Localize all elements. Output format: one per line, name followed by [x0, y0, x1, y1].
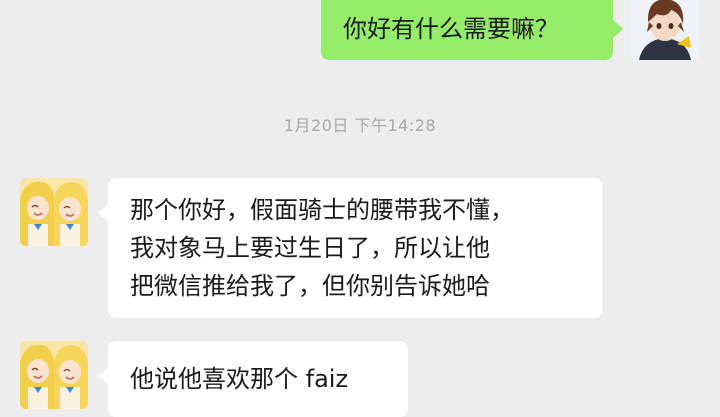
contact-avatar[interactable]	[20, 178, 88, 246]
outgoing-message-text: 你好有什么需要嘛？	[343, 15, 559, 43]
chat-timestamp: 1月20日 下午14:28	[283, 116, 437, 135]
incoming-message-bubble[interactable]: 那个你好，假面骑士的腰带我不懂， 我对象马上要过生日了，所以让他 把微信推给我了…	[108, 178, 602, 318]
anime-twins-avatar-icon	[20, 341, 88, 409]
anime-boy-avatar-icon	[631, 0, 699, 60]
incoming-message-bubble[interactable]: 他说他喜欢那个 faiz	[108, 341, 408, 417]
my-avatar[interactable]	[631, 0, 699, 60]
incoming-message-text: 他说他喜欢那个 faiz	[130, 365, 349, 393]
outgoing-message-bubble[interactable]: 你好有什么需要嘛？	[321, 0, 613, 60]
anime-twins-avatar-icon	[20, 178, 88, 246]
contact-avatar[interactable]	[20, 341, 88, 409]
incoming-message-text: 那个你好，假面骑士的腰带我不懂， 我对象马上要过生日了，所以让他 把微信推给我了…	[130, 196, 514, 300]
